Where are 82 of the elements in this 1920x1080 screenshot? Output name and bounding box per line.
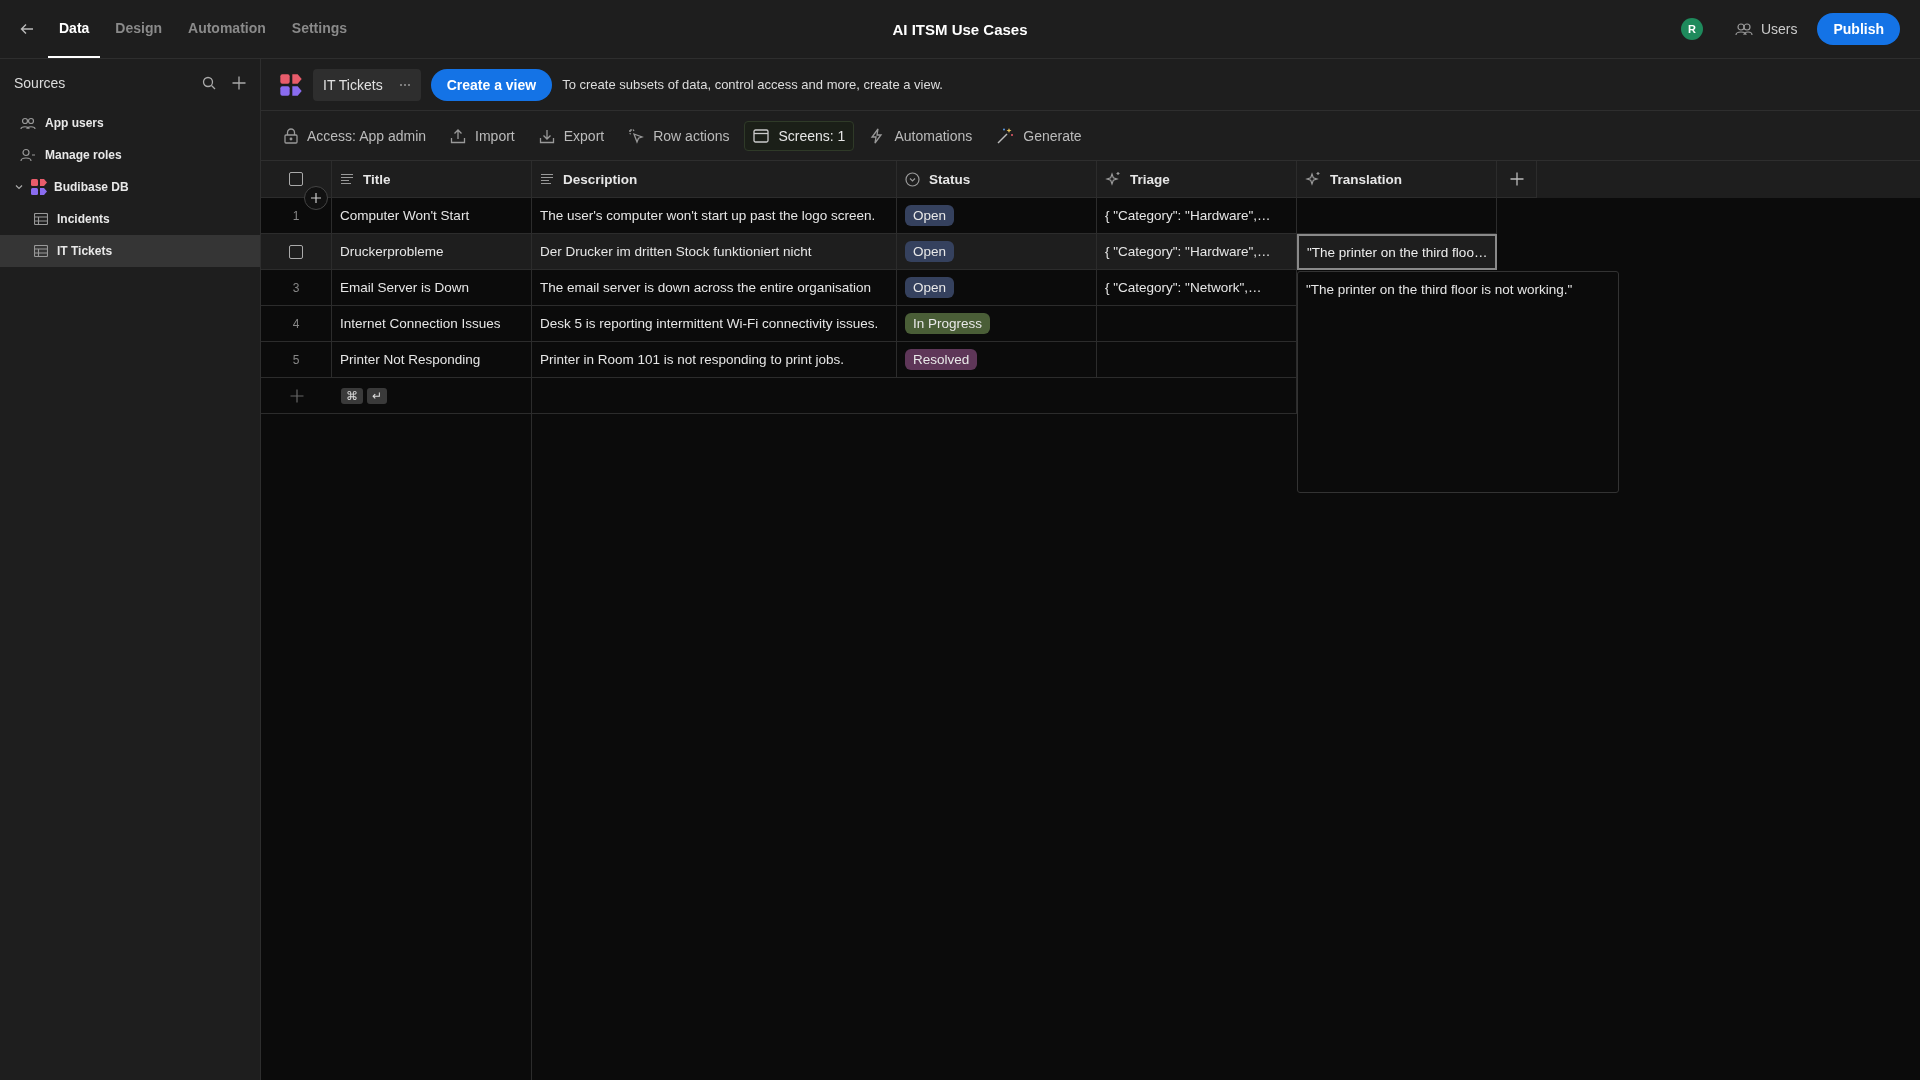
table-cell: Druckerprobleme bbox=[340, 244, 444, 259]
row-number: 5 bbox=[292, 352, 300, 367]
toolbar-button[interactable]: Access: App admin bbox=[275, 120, 436, 151]
status-tag: In Progress bbox=[905, 313, 991, 334]
back-arrow-icon[interactable] bbox=[20, 23, 34, 35]
nav-tab[interactable]: Design bbox=[104, 0, 174, 58]
lock-icon bbox=[284, 127, 298, 144]
table-cell: Der Drucker im dritten Stock funktioniert nicht bbox=[540, 244, 812, 259]
row-number: 4 bbox=[292, 316, 300, 331]
row-number: 1 bbox=[292, 208, 300, 223]
logo-icon bbox=[279, 72, 303, 97]
chevron-icon[interactable] bbox=[14, 182, 24, 192]
row-number: 3 bbox=[292, 280, 300, 295]
status-tag: Open bbox=[905, 241, 955, 262]
column-header[interactable]: Title bbox=[332, 161, 532, 198]
sparkle-icon bbox=[1105, 171, 1121, 187]
table-cell: { "Category": "Hardware",… bbox=[1105, 208, 1271, 223]
table-cell: Printer Not Responding bbox=[340, 352, 481, 367]
cursor-click-icon bbox=[628, 127, 645, 144]
status-tag: Open bbox=[905, 205, 955, 226]
status-tag: Resolved bbox=[905, 349, 978, 370]
sidebar-item[interactable]: App users bbox=[0, 107, 260, 139]
avatar[interactable]: R bbox=[1680, 18, 1703, 40]
toolbar-button[interactable]: Row actions bbox=[619, 120, 739, 151]
sidebar-title: Sources bbox=[14, 75, 67, 91]
hint-text: To create subsets of data, control access and more, create a view. bbox=[562, 77, 943, 92]
sidebar-item[interactable]: Manage roles bbox=[0, 139, 260, 171]
search-icon[interactable] bbox=[202, 76, 216, 90]
table-cell: The email server is down across the entire organisation bbox=[540, 280, 871, 295]
more-icon[interactable] bbox=[398, 82, 411, 87]
magic-wand-icon bbox=[996, 126, 1015, 145]
table-name-chip[interactable]: IT Tickets bbox=[313, 68, 421, 101]
toolbar-button[interactable]: Screens: 1 bbox=[744, 120, 855, 151]
checkbox[interactable] bbox=[289, 244, 303, 259]
toolbar-button[interactable]: Export bbox=[529, 120, 614, 151]
table-row[interactable]: Druckerprobleme Der Drucker im dritten Stock funktioniert nicht Open { "Category": "Hardware",… "The printer on the third floo… bbox=[261, 234, 1920, 270]
expanded-cell-popup[interactable]: "The printer on the third floor is not working." bbox=[1297, 271, 1619, 493]
column-header[interactable]: Status bbox=[897, 161, 1097, 198]
logo-icon bbox=[30, 178, 48, 196]
person-icon bbox=[20, 148, 36, 162]
sidebar-item[interactable]: Budibase DB bbox=[0, 171, 260, 203]
users-icon bbox=[1734, 22, 1753, 36]
window-icon bbox=[753, 128, 770, 143]
add-icon[interactable] bbox=[304, 186, 328, 210]
table-cell: { "Category": "Network",… bbox=[1105, 280, 1262, 295]
add-icon[interactable] bbox=[232, 76, 246, 90]
table-icon bbox=[34, 245, 48, 257]
checkbox[interactable] bbox=[289, 172, 303, 186]
table-cell: The user's computer won't start up past the logo screen. bbox=[540, 208, 876, 223]
users-icon bbox=[20, 116, 36, 130]
chevron-circle-icon bbox=[905, 171, 920, 187]
table-icon bbox=[34, 213, 48, 225]
publish-button[interactable]: Publish bbox=[1817, 13, 1900, 45]
column-header[interactable]: Translation bbox=[1297, 161, 1497, 198]
table-cell: Desk 5 is reporting intermittent Wi-Fi connectivity issues. bbox=[540, 316, 879, 331]
status-tag: Open bbox=[905, 277, 955, 298]
add-column-icon[interactable] bbox=[1509, 172, 1524, 186]
table-cell: { "Category": "Hardware",… bbox=[1105, 244, 1271, 259]
table-cell: Internet Connection Issues bbox=[340, 316, 501, 331]
key-hint: ↵ bbox=[367, 387, 387, 404]
nav-tab[interactable]: Automation bbox=[177, 0, 277, 58]
app-title: AI ITSM Use Cases bbox=[892, 20, 1028, 38]
create-view-button[interactable]: Create a view bbox=[430, 68, 553, 101]
sidebar-item[interactable]: Incidents bbox=[0, 203, 260, 235]
translation-cell[interactable]: "The printer on the third floo… bbox=[1297, 234, 1497, 270]
users-button[interactable]: Users bbox=[1728, 20, 1804, 38]
key-hint: ⌘ bbox=[341, 387, 363, 404]
table-cell: Printer in Room 101 is not responding to print jobs. bbox=[540, 352, 844, 367]
upload-icon bbox=[450, 127, 467, 144]
column-header[interactable]: Triage bbox=[1097, 161, 1297, 198]
toolbar-button[interactable]: Generate bbox=[987, 119, 1091, 152]
sidebar-item[interactable]: IT Tickets bbox=[0, 235, 260, 267]
nav-tab[interactable]: Settings bbox=[280, 0, 359, 58]
sparkle-icon bbox=[1305, 171, 1321, 187]
toolbar-button[interactable]: Automations bbox=[860, 120, 982, 151]
table-cell: Computer Won't Start bbox=[340, 208, 470, 223]
download-icon bbox=[538, 127, 555, 144]
text-lines-icon bbox=[540, 173, 554, 185]
table-cell: Email Server is Down bbox=[340, 280, 470, 295]
text-lines-icon bbox=[340, 173, 354, 185]
toolbar-button[interactable]: Import bbox=[441, 120, 524, 151]
column-header[interactable]: Description bbox=[532, 161, 897, 198]
